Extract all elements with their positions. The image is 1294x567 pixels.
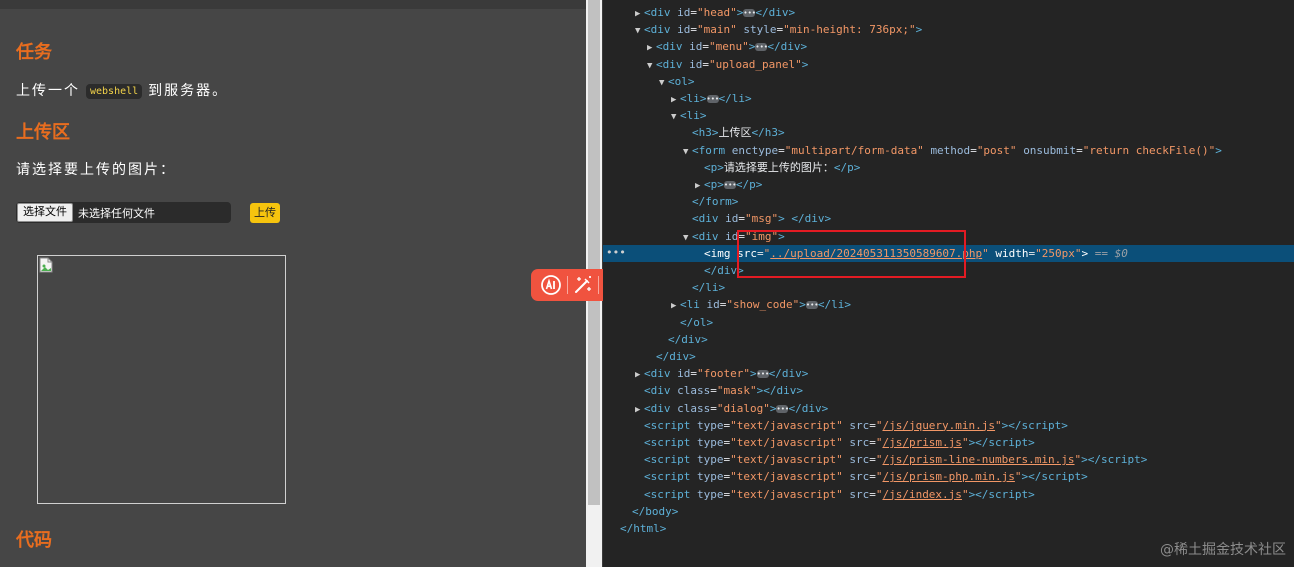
dom-node[interactable]: ▼ <div id="upload_panel"> [603,56,1294,73]
ai-icon [541,275,562,295]
page-top-bar [0,0,586,9]
magic-wand-button[interactable] [570,272,596,298]
dom-node[interactable]: <script type="text/javascript" src="/js/… [603,417,1294,434]
dom-node[interactable]: </li> [603,279,1294,296]
dom-node-markup: <div class="dialog">•••</div> [644,401,829,415]
dom-node-markup: <div id="upload_panel"> [656,57,809,71]
magic-wand-icon [574,276,591,293]
dom-node[interactable]: ▼ <ol> [603,73,1294,90]
dom-node-markup: </div> [656,350,696,363]
dom-node[interactable]: ▶ <p>•••</p> [603,176,1294,193]
dom-node[interactable]: ▼ <form enctype="multipart/form-data" met… [603,142,1294,159]
code-heading: 代码 [16,530,52,551]
dom-node-markup: <p>•••</p> [704,178,763,191]
dom-node[interactable]: ▶ <div class="dialog">•••</div> [603,400,1294,417]
dom-node-markup: <div id="img"> [692,229,785,243]
file-input[interactable]: 选择文件 未选择任何文件 [16,202,231,223]
dom-node[interactable]: <script type="text/javascript" src="/js/… [603,451,1294,468]
dom-node[interactable]: </html> [603,520,1294,537]
dom-node-markup: <li> [680,109,707,123]
upload-lab-page: 任务 上传一个 webshell 到服务器。 上传区 请选择要上传的图片： 选择文件… [0,0,586,567]
dom-node[interactable]: </body> [603,503,1294,520]
dom-node-markup: </ol> [680,315,714,329]
uploaded-image-preview [37,255,286,504]
toolbar-separator [566,276,568,294]
dom-node-markup: <div id="main" style="min-height: 736px;… [644,23,923,37]
dom-node[interactable]: <script type="text/javascript" src="/js/… [603,468,1294,485]
dom-node[interactable]: <div id="msg"> </div> [603,210,1294,227]
dom-node[interactable]: </div> [603,262,1294,279]
task-description: 上传一个 webshell 到服务器。 [16,80,228,100]
dom-node-markup: <script type="text/javascript" src="/js/… [644,436,1035,449]
dom-node-markup: </html> [620,522,667,535]
task-heading: 任务 [16,42,52,63]
dom-node-markup: <div class="mask"></div> [644,384,803,398]
dom-node-markup: <div id="msg"> </div> [692,212,832,226]
task-text-after: 到服务器。 [148,83,229,99]
dom-node-markup: </form> [692,195,739,209]
dom-node-markup: <li id="show_code">•••</li> [680,298,851,312]
dom-node[interactable]: ▶ <li id="show_code">•••</li> [603,296,1294,313]
dom-node-markup: </body> [632,504,679,518]
dom-node[interactable]: ▼ <div id="img"> [603,228,1294,245]
dom-node-markup: </div> [704,264,744,277]
dom-node-markup: <div id="head">•••</div> [644,6,796,19]
dom-node-markup: <ol> [668,74,695,88]
dom-node-markup: <form enctype="multipart/form-data" meth… [692,143,1222,157]
toolbar-separator [598,276,600,294]
upload-heading: 上传区 [16,122,70,143]
dom-node[interactable]: ▶ <li>•••</li> [603,90,1294,107]
dom-node-markup: <script type="text/javascript" src="/js/… [644,470,1088,484]
broken-image-icon [39,257,53,273]
dom-node[interactable]: <div class="mask"></div> [603,382,1294,399]
dom-node-markup: <script type="text/javascript" src="/js/… [644,453,1148,467]
task-code: webshell [86,84,143,99]
dom-node-selected[interactable]: <img src="../upload/202405311350589607.p… [603,244,1294,262]
dom-node[interactable]: ▼ <div id="main" style="min-height: 736px… [603,21,1294,38]
dom-node[interactable]: </div> [603,348,1294,365]
dom-node[interactable]: ▶ <div id="footer">•••</div> [603,365,1294,382]
dom-node[interactable]: ▶ <div id="menu">•••</div> [603,38,1294,55]
ai-button[interactable] [538,272,564,298]
dom-node[interactable]: <script type="text/javascript" src="/js/… [603,434,1294,451]
dom-node-markup: <div id="menu">•••</div> [656,40,808,54]
dom-node[interactable]: <script type="text/javascript" src="/js/… [603,486,1294,503]
dom-node[interactable]: </ol> [603,314,1294,331]
dom-node-markup: <img src="../upload/202405311350589607.p… [704,246,1128,260]
dom-node[interactable]: ▶ <div id="head">•••</div> [603,4,1294,21]
file-status: 未选择任何文件 [78,207,155,220]
dom-node-markup: <div id="footer">•••</div> [644,367,809,381]
upload-prompt: 请选择要上传的图片： [16,162,176,178]
choose-file-button[interactable]: 选择文件 [17,203,73,222]
watermark: @稀土掘金技术社区 [1160,542,1286,558]
dom-node[interactable]: <p>请选择要上传的图片：</p> [603,159,1294,176]
dom-node-markup: <script type="text/javascript" src="/js/… [644,487,1035,501]
task-text-before: 上传一个 [16,83,80,99]
dom-node-markup: <script type="text/javascript" src="/js/… [644,418,1068,432]
devtools-elements-panel: ▶ <div id="head">•••</div> ▼ <div id="main"… [603,0,1294,567]
dom-node[interactable]: </form> [603,193,1294,210]
node-actions-ellipsis[interactable]: ••• [606,246,626,259]
dom-node-markup: </li> [692,281,726,295]
dom-node[interactable]: <h3>上传区</h3> [603,124,1294,141]
dom-node[interactable]: ▼ <li> [603,107,1294,124]
scrollbar-thumb[interactable] [588,0,600,505]
dom-node-markup: <h3>上传区</h3> [692,126,785,140]
upload-button[interactable]: 上传 [250,203,280,223]
dom-node-markup: <li>•••</li> [680,92,752,105]
dom-node-markup: <p>请选择要上传的图片：</p> [704,160,861,174]
dom-node[interactable]: </div> [603,331,1294,348]
dom-node-markup: </div> [668,332,708,346]
